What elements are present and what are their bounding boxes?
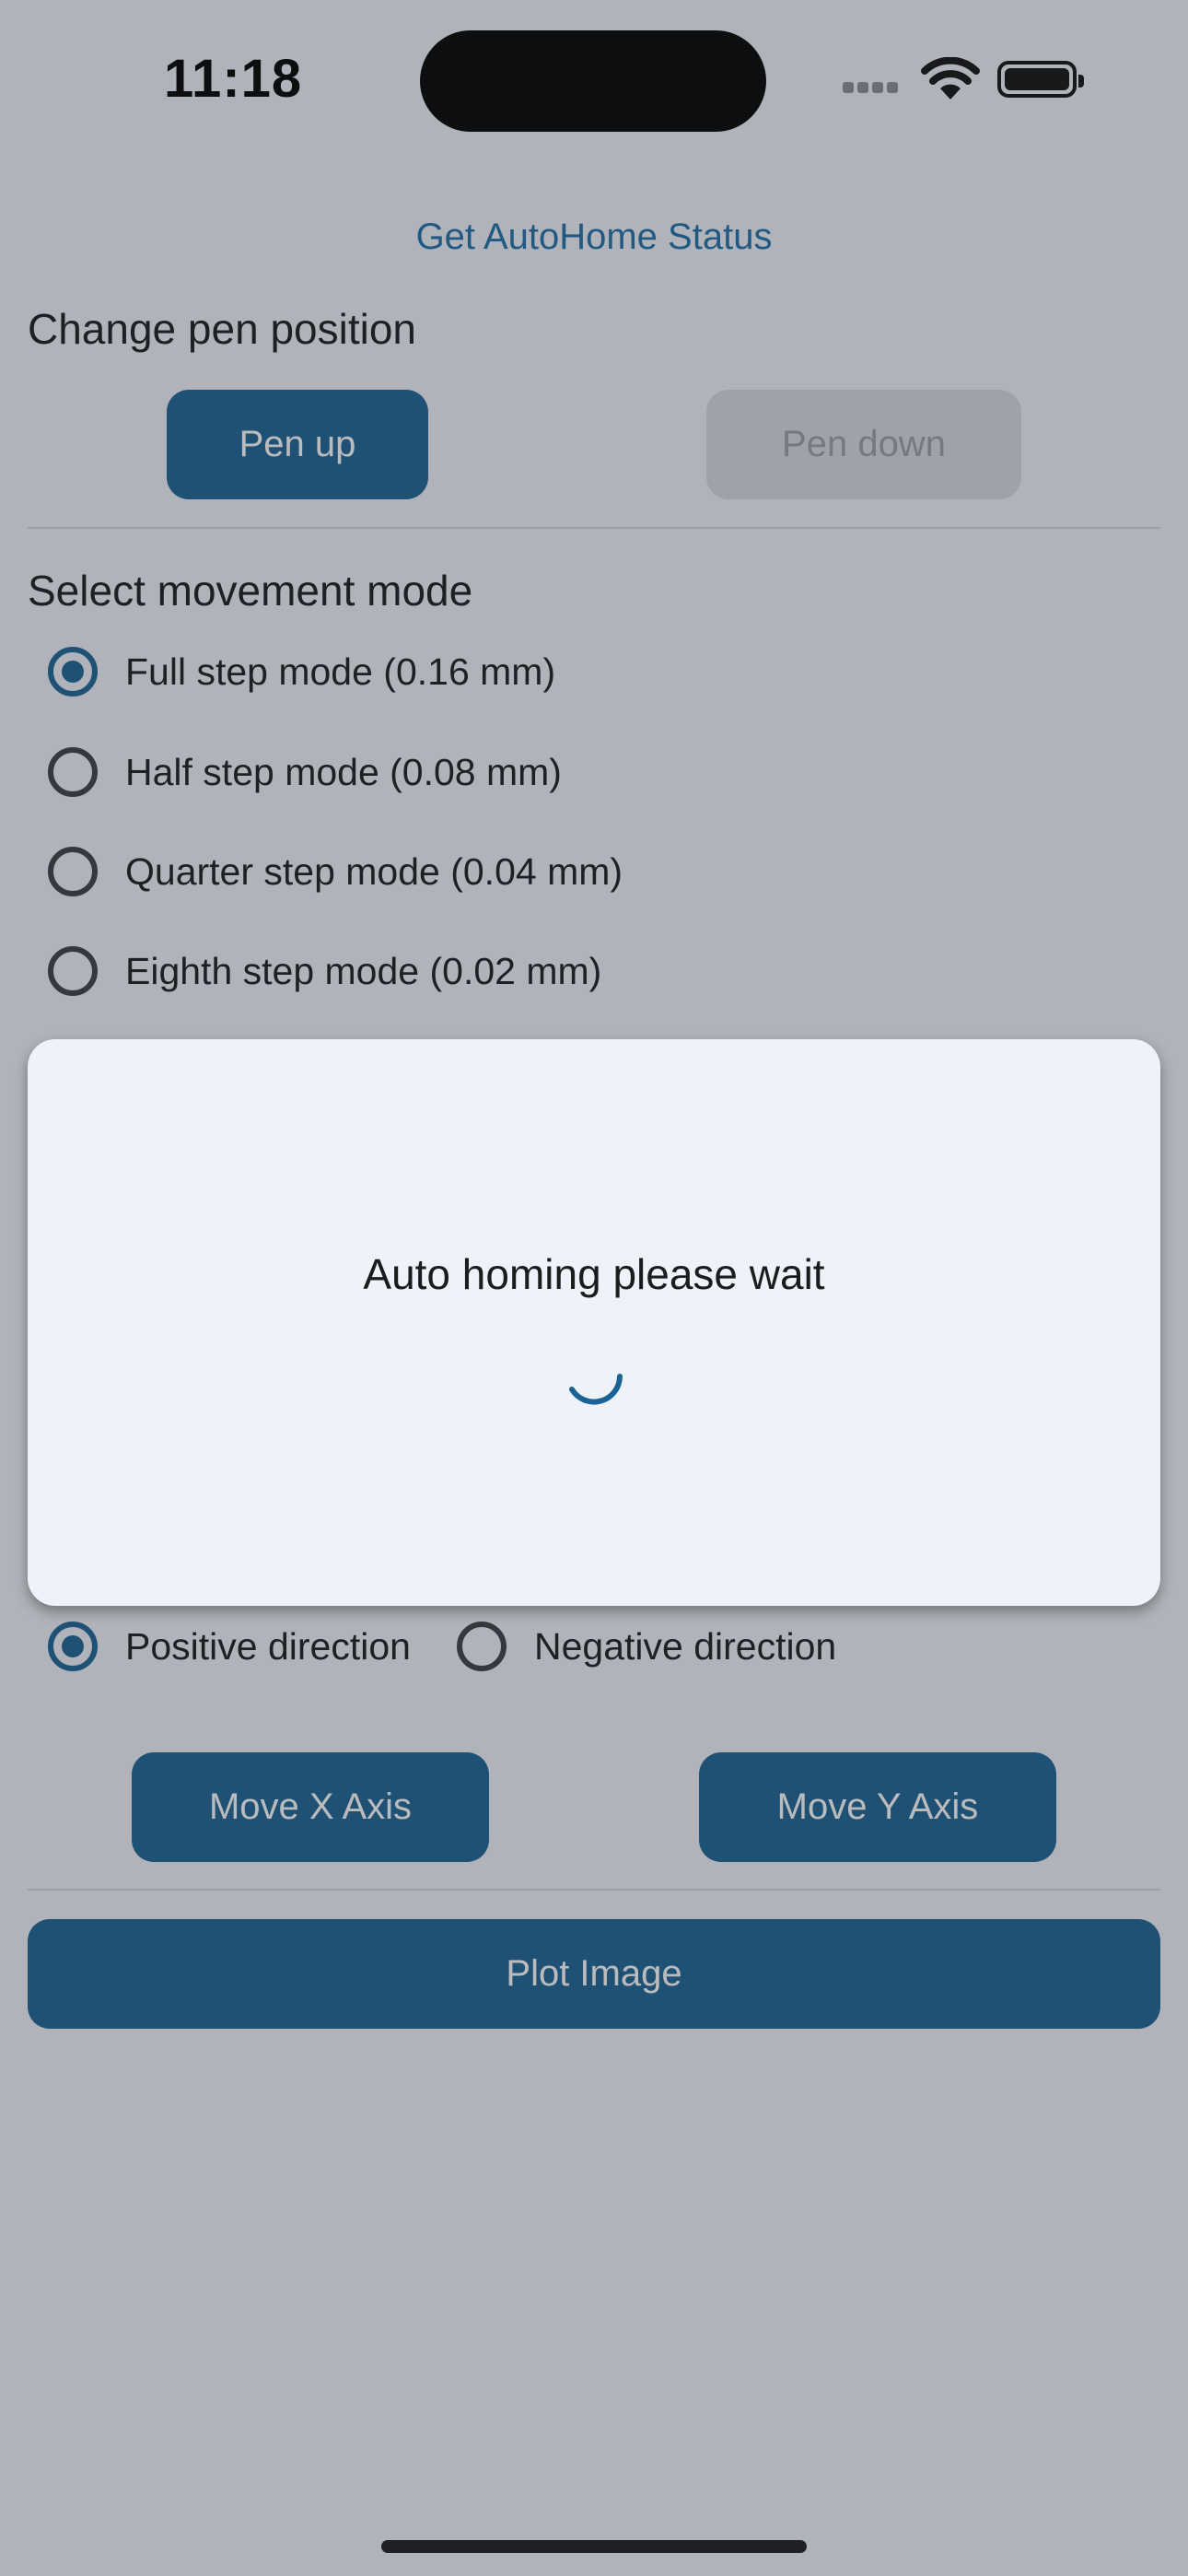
app-screen: 11:18 Get AutoHome Status Change pen pos… (0, 0, 1188, 2576)
home-indicator[interactable] (381, 2540, 807, 2553)
dialog-message: Auto homing please wait (363, 1250, 825, 1298)
auto-homing-dialog: Auto homing please wait (28, 1039, 1160, 1606)
loading-spinner-icon (563, 1345, 625, 1408)
